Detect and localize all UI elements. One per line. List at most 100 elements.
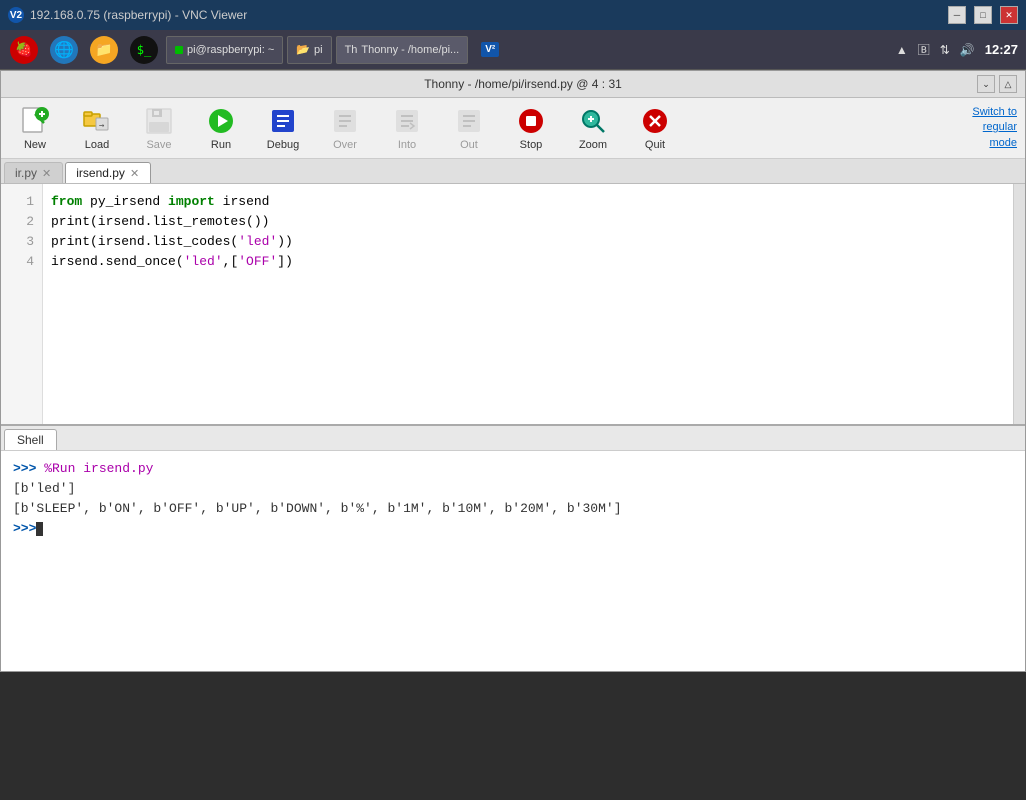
quit-icon [639,105,671,137]
tab-ir-py-label: ir.py [15,166,37,180]
thonny-title-text: Thonny - /home/pi/irsend.py @ 4 : 31 [69,77,977,91]
shell-tab-label: Shell [17,433,44,447]
new-button[interactable]: New [5,100,65,156]
line-numbers: 1 2 3 4 [1,184,43,424]
into-label: Into [398,139,416,151]
thonny-app-icon: Th [345,44,358,56]
zoom-label: Zoom [579,139,607,151]
title-bar-left: V2 192.168.0.75 (raspberrypi) - VNC View… [8,7,247,23]
folder-app-label: pi [314,44,323,56]
folder-app-icon: 📂 [296,43,310,56]
run-button[interactable]: Run [191,100,251,156]
toolbar: New → Load [1,98,1025,159]
clock: 12:27 [983,42,1020,57]
shell-line-1: >>> %Run irsend.py [13,459,1013,479]
window-title: 192.168.0.75 (raspberrypi) - VNC Viewer [30,8,247,22]
taskbar-terminal-app[interactable]: pi@raspberrypi: ~ [166,36,283,64]
raspberry-logo: 🍓 [10,36,38,64]
taskbar-terminal-icon[interactable]: $_ [126,33,162,67]
code-line-3: print(irsend.list_codes('led')) [51,232,1005,252]
folder-icon: 📁 [90,36,118,64]
stop-icon [515,105,547,137]
out-icon [453,105,485,137]
code-content[interactable]: from py_irsend import irsend print(irsen… [43,184,1013,424]
save-button[interactable]: Save [129,100,189,156]
shell-cmd-1: %Run irsend.py [36,461,153,476]
over-button[interactable]: Over [315,100,375,156]
new-icon [19,105,51,137]
window-controls: ─ □ ✕ [948,6,1018,24]
taskbar: 🍓 🌐 📁 $_ pi@raspberrypi: ~ 📂 pi Th Thonn… [0,30,1026,70]
stop-button[interactable]: Stop [501,100,561,156]
thonny-window: Thonny - /home/pi/irsend.py @ 4 : 31 ⌄ △… [0,70,1026,672]
minimize-button[interactable]: ─ [948,6,966,24]
taskbar-raspberrypi-icon[interactable]: 🍓 [6,33,42,67]
taskbar-folder-app[interactable]: 📂 pi [287,36,331,64]
shell-prompt-1: >>> [13,461,36,476]
into-icon [391,105,423,137]
vnc-taskbar-icon: V² [481,42,499,57]
tab-irsend-py-close[interactable]: ✕ [129,167,140,180]
terminal-app-label: pi@raspberrypi: ~ [187,44,274,56]
editor-scrollbar[interactable] [1013,184,1025,424]
zoom-icon [577,105,609,137]
tab-ir-py[interactable]: ir.py ✕ [4,162,63,183]
run-icon [205,105,237,137]
debug-label: Debug [267,139,299,151]
close-button[interactable]: ✕ [1000,6,1018,24]
maximize-button[interactable]: □ [974,6,992,24]
network-icon: ⇅ [938,43,952,57]
shell-tab[interactable]: Shell [4,429,57,450]
load-button[interactable]: → Load [67,100,127,156]
globe-icon: 🌐 [50,36,78,64]
debug-button[interactable]: Debug [253,100,313,156]
save-label: Save [146,139,171,151]
tab-ir-py-close[interactable]: ✕ [41,167,52,180]
thonny-expand-button[interactable]: △ [999,75,1017,93]
taskbar-vnc-icon[interactable]: V² [472,33,508,67]
tab-irsend-py-label: irsend.py [76,166,125,180]
shell-content[interactable]: >>> %Run irsend.py [b'led'] [b'SLEEP', b… [1,451,1025,671]
shell-tab-bar: Shell [1,426,1025,451]
shell-cursor [36,522,43,536]
switch-mode-link[interactable]: Switch toregularmode [968,101,1021,155]
quit-label: Quit [645,139,665,151]
app-dot [175,46,183,54]
over-label: Over [333,139,357,151]
zoom-button[interactable]: Zoom [563,100,623,156]
shell-line-2: >>> [13,519,1013,539]
line-num-1: 1 [1,192,42,212]
save-icon [143,105,175,137]
shell-output-2: [b'SLEEP', b'ON', b'OFF', b'UP', b'DOWN'… [13,499,1013,519]
quit-button[interactable]: Quit [625,100,685,156]
up-arrow-icon: ▲ [894,43,910,57]
stop-label: Stop [520,139,543,151]
title-bar: V2 192.168.0.75 (raspberrypi) - VNC View… [0,0,1026,30]
code-editor[interactable]: 1 2 3 4 from py_irsend import irsend pri… [1,184,1025,424]
terminal-icon: $_ [130,36,158,64]
code-line-4: irsend.send_once('led',['OFF']) [51,252,1005,272]
debug-icon [267,105,299,137]
bluetooth-icon: 🄱 [916,41,932,58]
taskbar-right: ▲ 🄱 ⇅ 🔊 12:27 [894,41,1020,58]
taskbar-browser-icon[interactable]: 🌐 [46,33,82,67]
thonny-collapse-button[interactable]: ⌄ [977,75,995,93]
line-num-3: 3 [1,232,42,252]
svg-text:→: → [99,121,105,131]
out-button[interactable]: Out [439,100,499,156]
out-label: Out [460,139,478,151]
over-icon [329,105,361,137]
thonny-title-bar: Thonny - /home/pi/irsend.py @ 4 : 31 ⌄ △ [1,71,1025,98]
code-line-1: from py_irsend import irsend [51,192,1005,212]
run-label: Run [211,139,231,151]
shell-section: Shell >>> %Run irsend.py [b'led'] [b'SLE… [1,424,1025,671]
taskbar-folder-icon[interactable]: 📁 [86,33,122,67]
taskbar-thonny-app[interactable]: Th Thonny - /home/pi... [336,36,469,64]
line-num-4: 4 [1,252,42,272]
volume-icon: 🔊 [958,43,977,57]
thonny-app-label: Thonny - /home/pi... [361,44,459,56]
tab-irsend-py[interactable]: irsend.py ✕ [65,162,151,183]
thonny-window-controls: ⌄ △ [977,75,1017,93]
into-button[interactable]: Into [377,100,437,156]
line-num-2: 2 [1,212,42,232]
